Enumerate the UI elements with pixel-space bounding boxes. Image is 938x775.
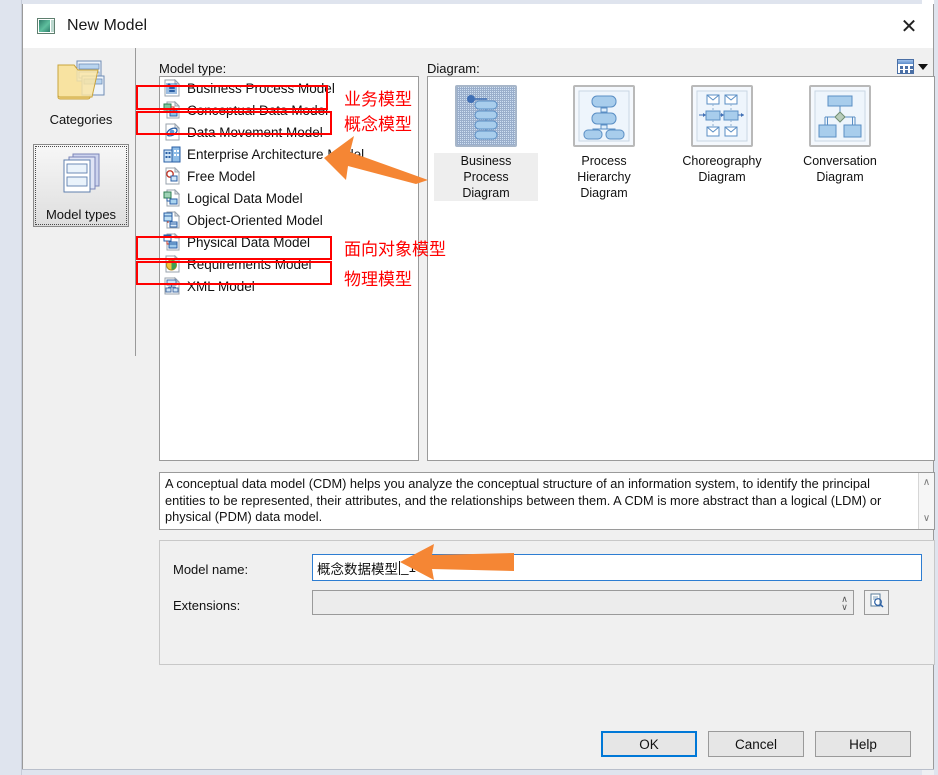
annotation-note: 业务模型 — [344, 90, 412, 110]
annotation-highlight-box — [136, 111, 332, 135]
annotation-note: 物理模型 — [344, 270, 412, 290]
annotation-highlight-box — [136, 85, 328, 110]
annotation-note: 概念模型 — [344, 115, 412, 135]
annotation-highlight-box — [136, 236, 332, 260]
annotation-overlay: 业务模型概念模型面向对象模型 物理模型 — [0, 0, 938, 775]
annotation-highlight-box — [136, 261, 332, 285]
annotation-note: 面向对象模型 — [344, 240, 446, 260]
